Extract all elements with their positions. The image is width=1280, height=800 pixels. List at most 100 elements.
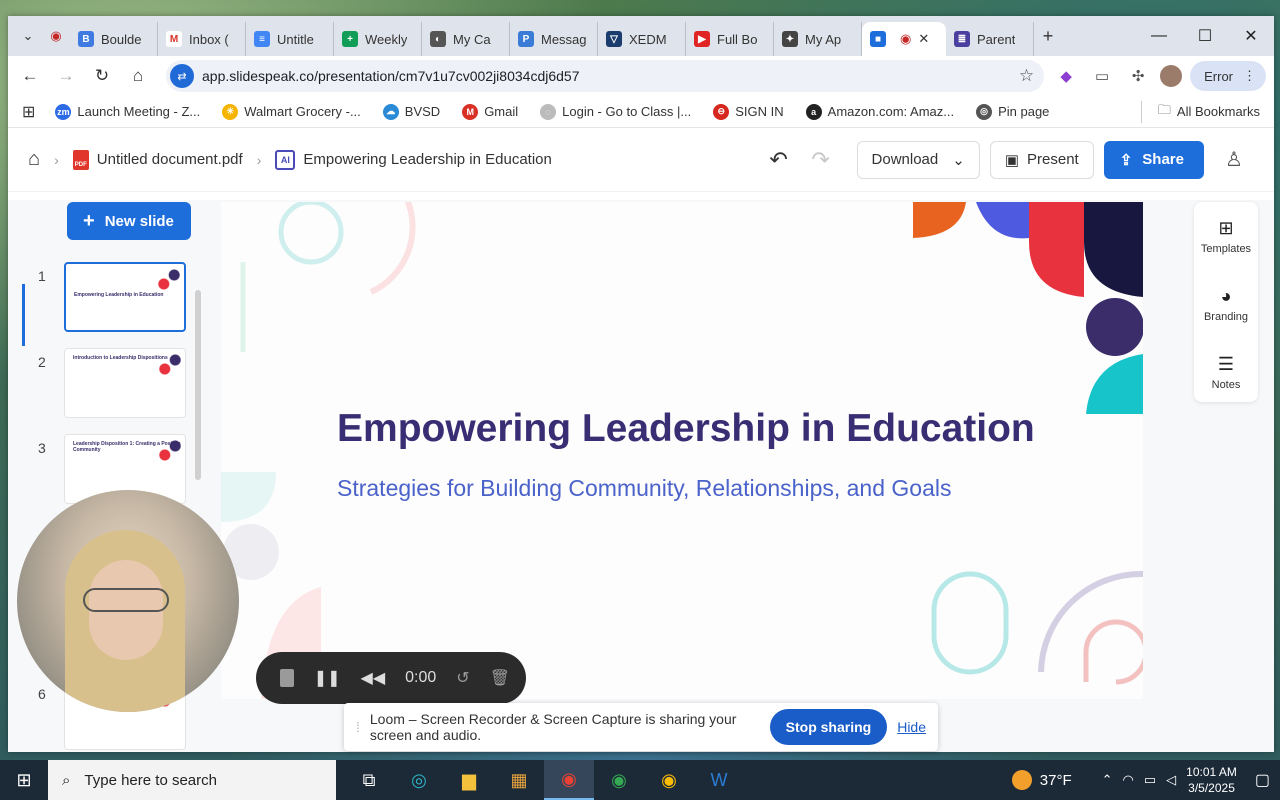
bookmark-label: Login - Go to Class |...	[562, 104, 692, 119]
new-slide-button[interactable]: + New slide	[67, 202, 191, 240]
all-bookmarks-button[interactable]: 🗀 All Bookmarks	[1140, 100, 1260, 123]
share-button[interactable]: ⇪ Share	[1103, 140, 1204, 179]
stop-recording-button[interactable]	[280, 669, 294, 687]
home-icon[interactable]: ⌂	[28, 148, 40, 171]
tray-overflow-icon[interactable]: ⌃	[1102, 772, 1113, 788]
weather-widget[interactable]: 37°F	[1011, 770, 1072, 790]
slide-thumbnail[interactable]: Empowering Leadership in Education	[64, 262, 186, 332]
new-tab-button[interactable]: +	[1034, 22, 1062, 50]
forward-button[interactable]: →	[52, 62, 80, 90]
reload-button[interactable]: ↻	[88, 62, 116, 90]
clock[interactable]: 10:01 AM 3/5/2025	[1186, 764, 1237, 796]
undo-icon[interactable]: ↶	[763, 147, 795, 173]
browser-tab[interactable]: ≣ Parent	[946, 22, 1034, 56]
store-icon[interactable]: ▦	[494, 760, 544, 800]
tab-active[interactable]: ■ ◉ ✕	[862, 22, 946, 56]
slide-number: 1	[38, 268, 46, 284]
breadcrumb-presentation[interactable]: AI Empowering Leadership in Education	[275, 149, 552, 170]
pause-icon[interactable]: ❚❚	[314, 668, 341, 688]
bookmark-item[interactable]: ☁ BVSD	[382, 103, 440, 120]
tool-templates[interactable]: ⊞ Templates	[1194, 202, 1258, 270]
tool-notes[interactable]: ☰ Notes	[1194, 338, 1258, 406]
browser-tab[interactable]: ▶ Full Bo	[686, 22, 774, 56]
download-label: Download	[871, 151, 939, 168]
tab-search-button[interactable]: ⌄	[14, 22, 42, 50]
recording-tab-icon[interactable]: ◉	[42, 22, 70, 50]
home-button[interactable]: ⌂	[124, 62, 152, 90]
bookmark-item[interactable]: M Gmail	[462, 103, 518, 120]
browser-tab[interactable]: ◐ My Ca	[422, 22, 510, 56]
slide-canvas[interactable]: Empowering Leadership in Education Strat…	[221, 202, 1143, 699]
wifi-icon[interactable]: ◠	[1123, 772, 1134, 788]
bookmark-star-icon[interactable]: ☆	[1019, 66, 1034, 86]
trash-icon[interactable]: 🗑	[490, 668, 510, 688]
address-bar[interactable]: ⇄ app.slidespeak.co/presentation/cm7v1u7…	[166, 60, 1045, 92]
all-bookmarks-label: All Bookmarks	[1176, 104, 1260, 119]
drag-handle-icon[interactable]: ⁞	[356, 719, 360, 735]
file-explorer-icon[interactable]: ▆	[444, 760, 494, 800]
volume-icon[interactable]: ◁	[1166, 772, 1176, 788]
close-tab-icon[interactable]: ✕	[918, 31, 929, 47]
breadcrumb-separator: ›	[256, 151, 262, 168]
screen-share-bar: ⁞ Loom – Screen Recorder & Screen Captur…	[344, 703, 938, 751]
deco-pill	[931, 571, 1009, 675]
profile-error-button[interactable]: Error ⋮	[1190, 61, 1266, 91]
site-info-icon[interactable]: ⇄	[170, 64, 194, 88]
webcam-bubble[interactable]	[17, 490, 239, 712]
browser-tab[interactable]: ✦ My Ap	[774, 22, 862, 56]
extensions-puzzle-icon[interactable]: ✣	[1124, 62, 1152, 90]
minimize-button[interactable]: —	[1136, 16, 1182, 56]
breadcrumb-separator: ›	[54, 151, 59, 168]
maximize-button[interactable]: ☐	[1182, 16, 1228, 56]
redo-icon[interactable]: ↷	[805, 147, 837, 173]
slide-thumbnail[interactable]: Introduction to Leadership Dispositions	[64, 348, 186, 418]
stop-sharing-button[interactable]: Stop sharing	[769, 709, 888, 745]
browser-tab[interactable]: + Weekly	[334, 22, 422, 56]
browser-tab[interactable]: B Boulde	[70, 22, 158, 56]
browser-tab[interactable]: M Inbox (	[158, 22, 246, 56]
apps-grid-icon[interactable]: ⊞	[22, 102, 35, 122]
close-window-button[interactable]: ✕	[1228, 16, 1274, 56]
profile-avatar[interactable]	[1160, 65, 1183, 87]
chrome-profile-icon[interactable]: ◉	[594, 760, 644, 800]
tab-label: Weekly	[365, 31, 408, 47]
taskbar-search[interactable]: ⌕ Type here to search	[48, 760, 336, 800]
bookmark-item[interactable]: a Amazon.com: Amaz...	[805, 103, 954, 120]
slide-thumbnail-row[interactable]: 1 Empowering Leadership in Education	[22, 262, 202, 348]
slide-title[interactable]: Empowering Leadership in Education	[337, 407, 1035, 451]
user-account-icon[interactable]: ♙	[1214, 140, 1254, 180]
notifications-icon[interactable]: ▢	[1255, 770, 1270, 790]
more-menu-icon[interactable]: ⋮	[1243, 68, 1256, 84]
restart-icon[interactable]: ↺	[456, 668, 469, 688]
browser-tab[interactable]: ▽ XEDM	[598, 22, 686, 56]
deco-teal-shape	[1086, 354, 1143, 414]
battery-icon[interactable]: ▭	[1144, 772, 1156, 788]
browser-tab[interactable]: P Messag	[510, 22, 598, 56]
tab-label: Boulde	[101, 31, 142, 47]
bookmark-item[interactable]: zm Launch Meeting - Z...	[55, 103, 200, 120]
bookmark-item[interactable]: ◌ Login - Go to Class |...	[540, 103, 692, 120]
breadcrumb-document[interactable]: PDF Untitled document.pdf	[72, 149, 243, 170]
chrome-profile-2-icon[interactable]: ◉	[644, 760, 694, 800]
word-icon[interactable]: W	[694, 760, 744, 800]
bookmark-item[interactable]: ◎ Pin page	[976, 103, 1049, 120]
extension-icon[interactable]: ◆	[1052, 62, 1080, 90]
browser-tab[interactable]: ≡ Untitle	[246, 22, 334, 56]
slide-thumbnail-row[interactable]: 2 Introduction to Leadership Dispositions	[22, 348, 202, 434]
download-button[interactable]: Download ⌄	[856, 140, 980, 179]
bookmark-label: Walmart Grocery -...	[244, 104, 361, 119]
chrome-icon[interactable]: ◉	[544, 760, 594, 800]
bookmark-item[interactable]: ✳ Walmart Grocery -...	[222, 103, 361, 120]
thumbnail-title: Empowering Leadership in Education	[74, 292, 164, 298]
present-button[interactable]: ▣ Present	[989, 140, 1094, 179]
rewind-icon[interactable]: ◀◀	[361, 668, 386, 688]
tool-branding[interactable]: ◕ Branding	[1194, 270, 1258, 338]
back-button[interactable]: ←	[16, 62, 44, 90]
bookmark-item[interactable]: ⊖ SIGN IN	[713, 103, 784, 120]
edge-icon[interactable]: ◎	[394, 760, 444, 800]
slide-subtitle[interactable]: Strategies for Building Community, Relat…	[337, 475, 952, 502]
cast-icon[interactable]: ▭	[1088, 62, 1116, 90]
windows-start-icon[interactable]: ⊞	[0, 760, 48, 800]
task-view-icon[interactable]: ⧉	[344, 760, 394, 800]
hide-link[interactable]: Hide	[897, 719, 926, 735]
